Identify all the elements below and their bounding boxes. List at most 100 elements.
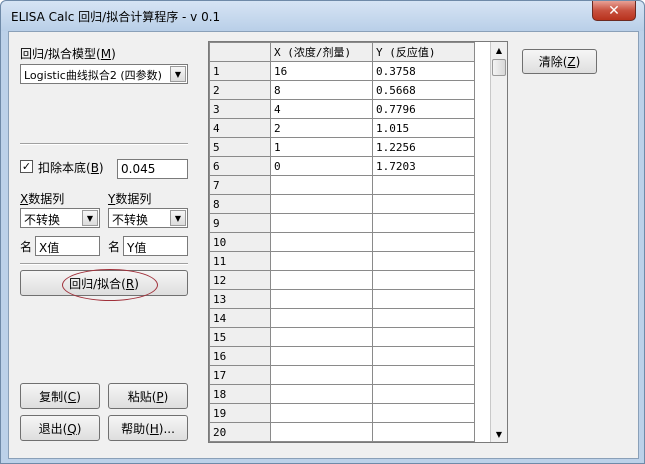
x-value-cell[interactable]: 0 [270,156,373,176]
row-number[interactable]: 1 [209,61,271,81]
x-value-cell[interactable]: 2 [270,118,373,138]
row-number[interactable]: 17 [209,365,271,385]
chevron-down-icon[interactable]: ▼ [170,66,186,82]
close-button[interactable]: ✕ [592,1,636,21]
data-grid[interactable]: X (浓度/剂量) Y (反应值) 1 16 0.3758 2 8 0.5668 3 4 0.77… [208,41,508,443]
table-row: 2 8 0.5668 [209,80,475,100]
y-value-cell[interactable]: 1.015 [372,118,475,138]
table-row: 8 [209,194,475,214]
vertical-scrollbar[interactable]: ▲ ▼ [490,42,507,442]
row-number[interactable]: 19 [209,403,271,423]
y-value-cell[interactable]: 1.2256 [372,137,475,157]
x-value-cell[interactable] [270,194,373,214]
y-value-cell[interactable] [372,308,475,328]
row-number[interactable]: 3 [209,99,271,119]
row-number[interactable]: 5 [209,137,271,157]
row-number[interactable]: 20 [209,422,271,442]
y-value-cell[interactable] [372,270,475,290]
row-number[interactable]: 12 [209,270,271,290]
x-value-cell[interactable] [270,308,373,328]
row-number[interactable]: 13 [209,289,271,309]
copy-button[interactable]: 复制(C) [20,383,100,409]
scroll-down-icon[interactable]: ▼ [491,426,507,442]
table-row: 12 [209,270,475,290]
y-transform-value: 不转换 [112,213,149,227]
x-value-cell[interactable]: 8 [270,80,373,100]
y-value-cell[interactable]: 0.7796 [372,99,475,119]
divider [20,143,188,145]
y-value-cell[interactable] [372,327,475,347]
y-value-cell[interactable] [372,422,475,442]
chevron-down-icon[interactable]: ▼ [170,210,186,226]
x-value-cell[interactable] [270,213,373,233]
column-header[interactable]: X (浓度/剂量) [270,42,373,62]
x-value-cell[interactable] [270,422,373,442]
x-value-cell[interactable]: 16 [270,61,373,81]
x-value-cell[interactable] [270,270,373,290]
model-label: 回归/拟合模型(M) [20,47,116,61]
x-value-cell[interactable] [270,384,373,404]
x-value-cell[interactable]: 4 [270,99,373,119]
paste-button-label: 粘贴(P) [127,389,169,404]
x-value-cell[interactable] [270,365,373,385]
data-table: X (浓度/剂量) Y (反应值) 1 16 0.3758 2 8 0.5668 3 4 0.77… [209,42,475,442]
help-button[interactable]: 帮助(H)... [108,415,188,441]
scroll-thumb[interactable] [492,59,506,76]
x-value-cell[interactable] [270,327,373,347]
x-name-field[interactable]: X值 [35,236,100,256]
y-transform-select[interactable]: 不转换 ▼ [108,208,188,228]
x-value-cell[interactable] [270,403,373,423]
row-number[interactable]: 18 [209,384,271,404]
y-value-cell[interactable] [372,194,475,214]
x-transform-value: 不转换 [24,213,61,227]
row-number[interactable]: 14 [209,308,271,328]
subtract-background-checkbox[interactable]: ✓ [20,160,33,173]
y-value-cell[interactable] [372,289,475,309]
clear-button[interactable]: 清除(Z) [522,49,597,74]
background-value-field[interactable]: 0.045 [117,159,188,179]
table-row: 11 [209,251,475,271]
paste-button[interactable]: 粘贴(P) [108,383,188,409]
y-value-cell[interactable] [372,346,475,366]
y-value-cell[interactable] [372,251,475,271]
y-name-field[interactable]: Y值 [123,236,188,256]
y-value-cell[interactable] [372,175,475,195]
scroll-up-icon[interactable]: ▲ [491,42,507,58]
x-value-cell[interactable] [270,175,373,195]
app-window: ELISA Calc 回归/拟合计算程序 - v 0.1 ✕ 回归/拟合模型(M… [0,0,645,464]
y-value-cell[interactable]: 1.7203 [372,156,475,176]
column-header[interactable] [209,42,271,62]
row-number[interactable]: 10 [209,232,271,252]
row-number[interactable]: 15 [209,327,271,347]
y-value-cell[interactable]: 0.3758 [372,61,475,81]
x-value-cell[interactable] [270,289,373,309]
chevron-down-icon[interactable]: ▼ [82,210,98,226]
table-row: 15 [209,327,475,347]
y-value-cell[interactable] [372,384,475,404]
row-number[interactable]: 8 [209,194,271,214]
column-header[interactable]: Y (反应值) [372,42,475,62]
row-number[interactable]: 9 [209,213,271,233]
y-value-cell[interactable] [372,213,475,233]
title-bar[interactable]: ELISA Calc 回归/拟合计算程序 - v 0.1 ✕ [1,1,644,31]
model-select[interactable]: Logistic曲线拟合2 (四参数) ▼ [20,64,188,84]
y-value-cell[interactable] [372,232,475,252]
y-name-label: 名 [108,240,121,254]
row-number[interactable]: 7 [209,175,271,195]
x-value-cell[interactable] [270,232,373,252]
row-number[interactable]: 6 [209,156,271,176]
y-value-cell[interactable] [372,403,475,423]
x-transform-select[interactable]: 不转换 ▼ [20,208,100,228]
x-value-cell[interactable] [270,251,373,271]
exit-button[interactable]: 退出(Q) [20,415,100,441]
row-number[interactable]: 16 [209,346,271,366]
x-value-cell[interactable]: 1 [270,137,373,157]
row-number[interactable]: 2 [209,80,271,100]
row-number[interactable]: 4 [209,118,271,138]
table-row: 17 [209,365,475,385]
table-row: 20 [209,422,475,442]
row-number[interactable]: 11 [209,251,271,271]
y-value-cell[interactable]: 0.5668 [372,80,475,100]
y-value-cell[interactable] [372,365,475,385]
x-value-cell[interactable] [270,346,373,366]
